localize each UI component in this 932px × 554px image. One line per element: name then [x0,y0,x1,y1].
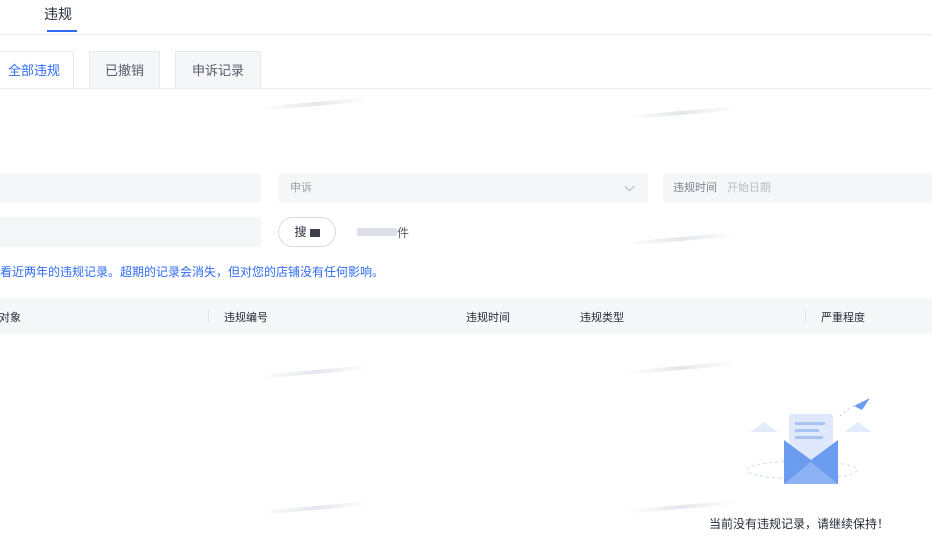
watermark-smudge [260,501,370,515]
search-button[interactable]: 搜 [278,217,336,247]
tab-divider [0,88,932,89]
column-header-target: 规对象 [0,312,21,324]
tab-all-violations[interactable]: 全部违规 [0,51,74,89]
column-header-violation-type: 违规类型 [580,312,624,324]
column-separator [805,309,806,323]
column-header-violation-id: 违规编号 [224,312,268,324]
appeal-select[interactable]: 申诉 [278,173,648,203]
secondary-input[interactable] [0,217,261,247]
nav-tab-violations[interactable]: 违规 [44,4,72,24]
retention-notice: 查看近两年的违规记录。超期的记录会消失，但对您的店铺没有任何影响。 [0,265,385,279]
watermark-smudge [626,361,736,375]
column-separator [208,309,209,323]
watermark-smudge [260,97,370,111]
empty-mailbox-icon [742,392,882,492]
nav-divider [0,34,932,35]
chevron-down-icon [624,181,635,192]
violation-time-range[interactable]: 违规时间 开始日期 [663,173,932,203]
nav-active-indicator [47,30,77,32]
watermark-smudge [626,232,736,246]
empty-state-message: 当前没有违规记录，请继续保持！ [709,517,890,531]
search-button-label: 搜 [294,225,307,239]
filter-link-redacted [357,228,397,236]
column-header-severity: 严重程度 [821,312,865,324]
watermark-smudge [626,106,736,120]
tab-revoked[interactable]: 已撤销 [89,51,160,89]
watermark-smudge [626,500,736,514]
watermark-smudge [260,365,370,379]
start-date-placeholder[interactable]: 开始日期 [727,173,771,203]
more-filters-link[interactable]: 件 [397,224,409,241]
keyword-input[interactable] [0,173,261,203]
tab-appeal-records[interactable]: 申诉记录 [175,51,261,89]
appeal-select-value: 申诉 [290,182,312,194]
violation-time-label: 违规时间 [673,182,717,194]
column-header-violation-time: 违规时间 [466,312,510,324]
